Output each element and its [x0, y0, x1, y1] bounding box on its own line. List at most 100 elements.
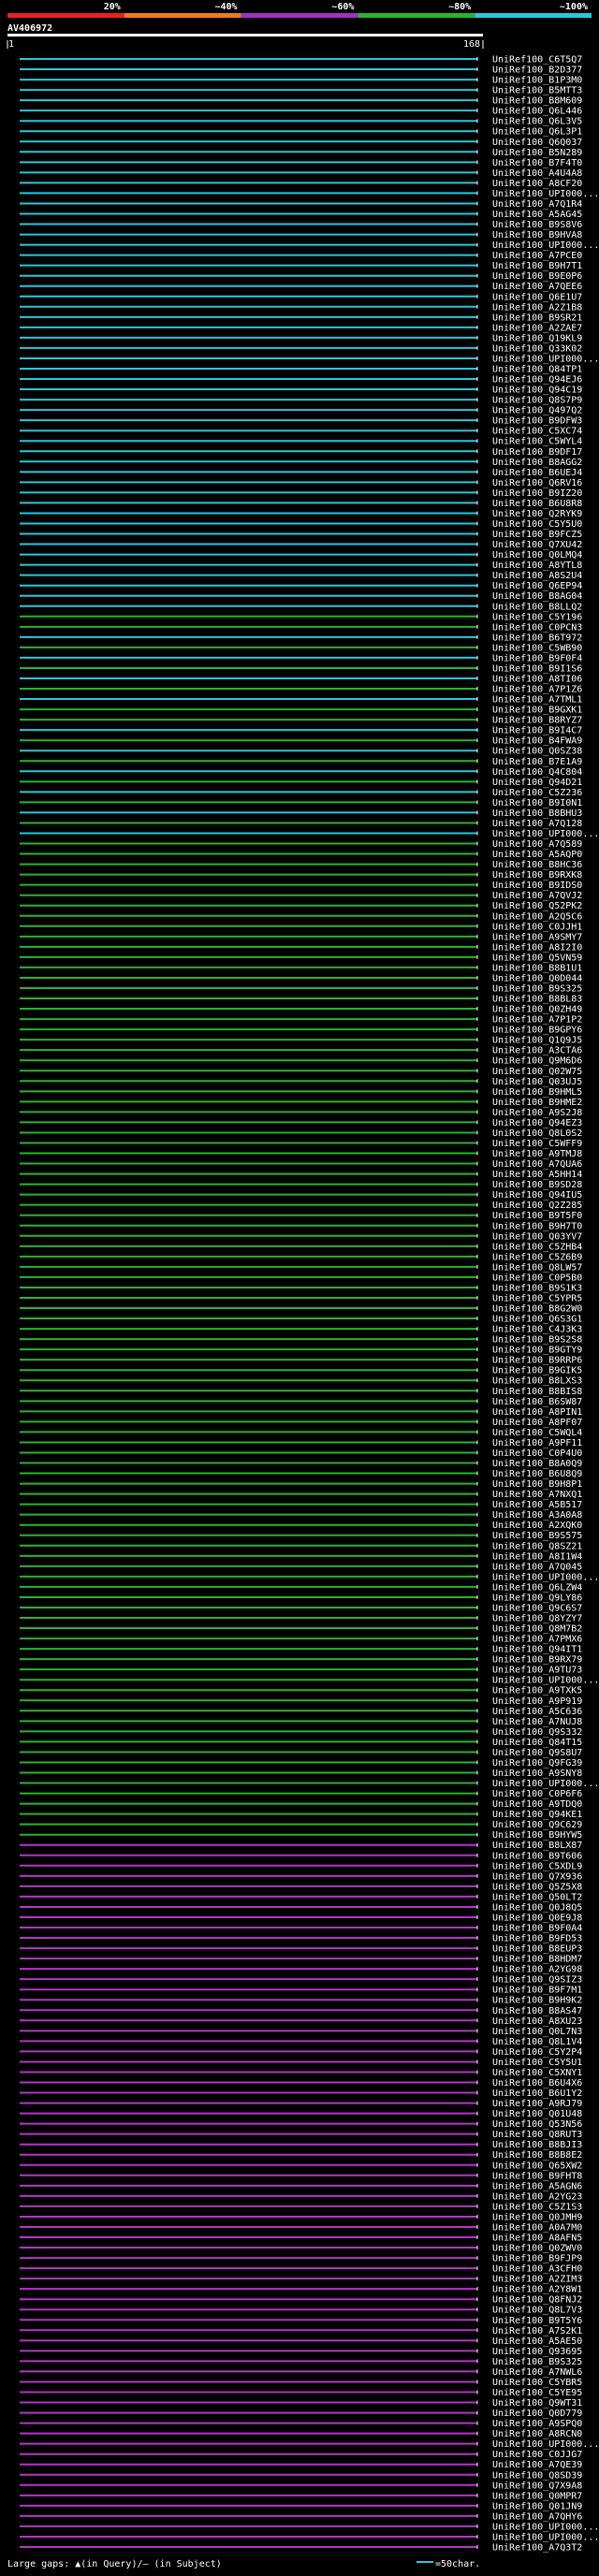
hit-label[interactable]: UniRef100_Q93695	[492, 2347, 582, 2357]
hit-label[interactable]: UniRef100_C0PCN3	[492, 622, 582, 633]
hit-label[interactable]: UniRef100_A9TU73	[492, 1666, 582, 1676]
hit-label[interactable]: UniRef100_B9S1K3	[492, 1283, 582, 1293]
hit-label[interactable]: UniRef100_B5N289	[492, 148, 582, 158]
hit-label[interactable]: UniRef100_A7QEE6	[492, 282, 582, 292]
hit-label[interactable]: UniRef100_C5YE95	[492, 2388, 582, 2398]
hit-label[interactable]: UniRef100_C5YBR5	[492, 2378, 582, 2388]
hit-label[interactable]: UniRef100_UPI000...	[492, 2522, 599, 2532]
hit-label[interactable]: UniRef100_A2Z1B8	[492, 302, 582, 313]
hit-label[interactable]: UniRef100_C5ZHB4	[492, 1242, 582, 1252]
hit-label[interactable]: UniRef100_C5WYL4	[492, 437, 582, 447]
hit-label[interactable]: UniRef100_B9GXK1	[492, 706, 582, 716]
hit-label[interactable]: UniRef100_Q84T15	[492, 1738, 582, 1748]
hit-label[interactable]: UniRef100_B9GPY6	[492, 1026, 582, 1036]
hit-label[interactable]: UniRef100_C5XC74	[492, 427, 582, 437]
hit-label[interactable]: UniRef100_Q94IU5	[492, 1190, 582, 1201]
hit-label[interactable]: UniRef100_C5Z236	[492, 788, 582, 798]
hit-label[interactable]: UniRef100_UPI000...	[492, 354, 599, 364]
hit-label[interactable]: UniRef100_C5YPR5	[492, 1293, 582, 1303]
hit-label[interactable]: UniRef100_Q94EJ6	[492, 375, 582, 386]
hit-label[interactable]: UniRef100_B6U4X6	[492, 2078, 582, 2088]
hit-label[interactable]: UniRef100_Q84TP1	[492, 364, 582, 374]
hit-label[interactable]: UniRef100_Q8M7B2	[492, 1624, 582, 1635]
hit-label[interactable]: UniRef100_Q9WT31	[492, 2398, 582, 2409]
hit-label[interactable]: UniRef100_B9T5F0	[492, 1211, 582, 1221]
hit-label[interactable]: UniRef100_Q7X9A8	[492, 2481, 582, 2491]
hit-label[interactable]: UniRef100_B8LX87	[492, 1841, 582, 1851]
hit-label[interactable]: UniRef100_Q03UJ5	[492, 1077, 582, 1087]
hit-label[interactable]: UniRef100_A7Q589	[492, 839, 582, 850]
hit-label[interactable]: UniRef100_Q5Z5X8	[492, 1882, 582, 1892]
hit-label[interactable]: UniRef100_A7P1P2	[492, 1015, 582, 1026]
hit-label[interactable]: UniRef100_Q01U48	[492, 2109, 582, 2119]
hit-label[interactable]: UniRef100_B9RXK8	[492, 870, 582, 880]
hit-label[interactable]: UniRef100_Q0J8Q5	[492, 1902, 582, 1913]
hit-label[interactable]: UniRef100_A3CFH0	[492, 2264, 582, 2275]
hit-label[interactable]: UniRef100_B8B8E2	[492, 2150, 582, 2161]
hit-label[interactable]: UniRef100_A9TDQ0	[492, 1799, 582, 1810]
hit-label[interactable]: UniRef100_Q497Q2	[492, 406, 582, 416]
hit-label[interactable]: UniRef100_A7NUJ8	[492, 1717, 582, 1727]
hit-label[interactable]: UniRef100_A7PMX6	[492, 1635, 582, 1645]
hit-label[interactable]: UniRef100_A9P919	[492, 1696, 582, 1707]
hit-label[interactable]: UniRef100_A3CTA6	[492, 1046, 582, 1056]
hit-label[interactable]: UniRef100_A8I2I0	[492, 942, 582, 953]
hit-label[interactable]: UniRef100_Q7X936	[492, 1871, 582, 1882]
hit-label[interactable]: UniRef100_B9S325	[492, 983, 582, 994]
hit-label[interactable]: UniRef100_UPI000...	[492, 1572, 599, 1582]
hit-label[interactable]: UniRef100_Q6L3P1	[492, 127, 582, 138]
hit-label[interactable]: UniRef100_B8EUP3	[492, 1944, 582, 1955]
hit-label[interactable]: UniRef100_Q9S8U7	[492, 1748, 582, 1758]
hit-label[interactable]: UniRef100_C5Y5U0	[492, 519, 582, 530]
hit-label[interactable]: UniRef100_B9RRP6	[492, 1356, 582, 1366]
hit-label[interactable]: UniRef100_Q8L0S2	[492, 1128, 582, 1139]
hit-label[interactable]: UniRef100_B8AGG2	[492, 458, 582, 468]
hit-label[interactable]: UniRef100_B9I4C7	[492, 726, 582, 736]
hit-label[interactable]: UniRef100_B9T5Y6	[492, 2316, 582, 2326]
hit-label[interactable]: UniRef100_UPI000...	[492, 1779, 599, 1789]
hit-label[interactable]: UniRef100_C5Z1S3	[492, 2202, 582, 2212]
hit-label[interactable]: UniRef100_Q6E1U7	[492, 292, 582, 302]
hit-label[interactable]: UniRef100_Q9SIZ3	[492, 1975, 582, 1986]
hit-label[interactable]: UniRef100_B8BIS8	[492, 1387, 582, 1397]
hit-label[interactable]: UniRef100_B6T972	[492, 633, 582, 643]
hit-label[interactable]: UniRef100_A7S2K1	[492, 2326, 582, 2336]
hit-label[interactable]: UniRef100_C5Y5U1	[492, 2058, 582, 2068]
hit-label[interactable]: UniRef100_B6U1Y2	[492, 2088, 582, 2099]
hit-label[interactable]: UniRef100_C5WB90	[492, 643, 582, 653]
hit-label[interactable]: UniRef100_Q8L1V4	[492, 2037, 582, 2047]
hit-label[interactable]: UniRef100_A7QHY6	[492, 2511, 582, 2522]
hit-label[interactable]: UniRef100_A8PIN1	[492, 1407, 582, 1418]
hit-label[interactable]: UniRef100_C0P4U0	[492, 1448, 582, 1459]
hit-label[interactable]: UniRef100_C5WQL4	[492, 1428, 582, 1438]
hit-label[interactable]: UniRef100_B9H7T1	[492, 261, 582, 271]
hit-label[interactable]: UniRef100_A2XQK0	[492, 1521, 582, 1531]
hit-label[interactable]: UniRef100_B7E1A9	[492, 757, 582, 767]
hit-label[interactable]: UniRef100_A9SPQ0	[492, 2419, 582, 2429]
hit-label[interactable]: UniRef100_A7P1Z6	[492, 685, 582, 695]
hit-label[interactable]: UniRef100_B8M609	[492, 96, 582, 107]
hit-label[interactable]: UniRef100_B9HME2	[492, 1098, 582, 1108]
hit-label[interactable]: UniRef100_A7TML1	[492, 695, 582, 706]
hit-label[interactable]: UniRef100_B6U8Q9	[492, 1469, 582, 1479]
hit-label[interactable]: UniRef100_Q8SD39	[492, 2470, 582, 2481]
hit-label[interactable]: UniRef100_C5XNY1	[492, 2068, 582, 2078]
hit-label[interactable]: UniRef100_B9T606	[492, 1851, 582, 1861]
hit-label[interactable]: UniRef100_Q8S7P9	[492, 396, 582, 406]
hit-label[interactable]: UniRef100_Q94KE1	[492, 1810, 582, 1820]
hit-label[interactable]: UniRef100_UPI000...	[492, 2439, 599, 2450]
hit-label[interactable]: UniRef100_A5AE50	[492, 2336, 582, 2347]
hit-label[interactable]: UniRef100_C5Y2P4	[492, 2047, 582, 2058]
hit-label[interactable]: UniRef100_UPI000...	[492, 240, 599, 251]
hit-label[interactable]: UniRef100_Q8LW57	[492, 1262, 582, 1273]
hit-label[interactable]: UniRef100_B9HVA8	[492, 230, 582, 240]
hit-label[interactable]: UniRef100_B9RX79	[492, 1655, 582, 1666]
hit-label[interactable]: UniRef100_A7NXQ1	[492, 1490, 582, 1500]
hit-label[interactable]: UniRef100_Q5VN59	[492, 953, 582, 963]
hit-label[interactable]: UniRef100_Q6LZW4	[492, 1582, 582, 1593]
hit-label[interactable]: UniRef100_B8G2W0	[492, 1304, 582, 1315]
hit-label[interactable]: UniRef100_Q94IT1	[492, 1645, 582, 1655]
hit-label[interactable]: UniRef100_A7QE39	[492, 2460, 582, 2470]
hit-label[interactable]: UniRef100_B9S2S8	[492, 1335, 582, 1346]
hit-label[interactable]: UniRef100_B9GTY9	[492, 1346, 582, 1356]
